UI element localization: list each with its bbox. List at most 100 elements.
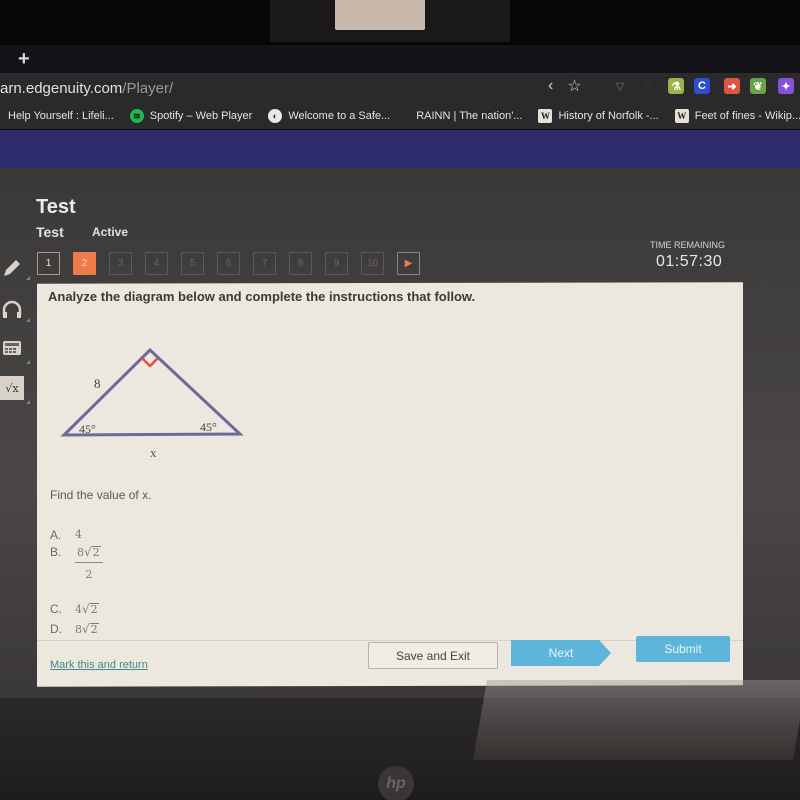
url-text[interactable]: arn.edgenuity.com/Player/ (0, 80, 173, 97)
headphones-tool-button[interactable] (0, 298, 24, 322)
question-button-7[interactable]: 7 (253, 252, 276, 275)
answer-option-c[interactable]: C. 4 √ 2 (50, 602, 99, 616)
question-prompt: Analyze the diagram below and complete t… (48, 289, 476, 304)
extension-puzzle-icon[interactable]: ✦ (778, 78, 794, 94)
calculator-tool-button[interactable] (0, 336, 24, 360)
bookmark-history-norfolk[interactable]: W History of Norfolk -... (538, 109, 659, 123)
question-button-10[interactable]: 10 (361, 252, 384, 275)
option-value: 4 √ 2 (75, 602, 99, 616)
radicand: 2 (91, 546, 101, 559)
answer-option-a[interactable]: A. 4 (50, 528, 82, 542)
mark-and-return-link[interactable]: Mark this and return (50, 659, 148, 671)
answer-option-d[interactable]: D. 8 √ 2 (50, 622, 99, 636)
submit-button[interactable]: Submit (636, 636, 730, 662)
radicand: 2 (89, 623, 99, 636)
bookmark-feet-of-fines[interactable]: W Feet of fines - Wikip... (674, 109, 800, 123)
extension-arrow-icon[interactable]: ➜ (724, 78, 740, 94)
radicand: 2 (89, 603, 99, 616)
tool-expand-corner (26, 276, 30, 280)
bookmark-label: Spotify – Web Player (149, 110, 253, 122)
save-and-exit-button[interactable]: Save and Exit (368, 642, 498, 669)
extension-flask-icon[interactable]: ⚗ (668, 78, 684, 94)
coefficient: 8 (77, 546, 84, 559)
tab-strip (0, 45, 800, 73)
radical-sign-icon: √ (84, 545, 92, 559)
question-button-6[interactable]: 6 (217, 252, 240, 275)
wikipedia-icon: W (538, 109, 553, 123)
tool-expand-corner (26, 400, 30, 404)
bookmark-label: History of Norfolk -... (558, 110, 659, 122)
light-glare (472, 680, 800, 760)
activity-status: Active (92, 225, 129, 239)
square-root: √ 2 (82, 602, 99, 616)
brand-header-band (0, 130, 800, 168)
wikipedia-icon: W (674, 109, 689, 123)
answer-option-b[interactable]: B. 8 √ 2 2 (50, 545, 103, 581)
question-navigator: 1 2 3 4 5 6 7 8 9 10 ▶ (37, 252, 420, 275)
share-icon[interactable]: ‹ (548, 77, 553, 95)
formula-icon: √x (5, 381, 19, 395)
fraction-denominator: 2 (85, 568, 93, 581)
radical-sign-icon: √ (82, 602, 90, 616)
instruction-text: Find the value of (50, 488, 143, 502)
option-value: 8 √ 2 (75, 622, 99, 636)
right-angle-marker (141, 357, 159, 368)
question-instruction: Find the value of x. (50, 488, 151, 502)
address-bar-actions: ‹ ☆ (548, 76, 582, 96)
angle-label-right: 45° (200, 420, 217, 434)
triangle-diagram: 8 45° 45° x (60, 347, 244, 460)
base-label: x (150, 445, 157, 460)
option-fraction: 8 √ 2 2 (75, 545, 103, 581)
bookmark-label: Welcome to a Safe... (288, 110, 391, 122)
square-root: √ 2 (82, 622, 99, 636)
question-button-9[interactable]: 9 (325, 252, 348, 275)
bookmark-welcome-safe[interactable]: ◐ Welcome to a Safe... (268, 109, 390, 123)
square-root: √ 2 (84, 545, 101, 559)
fraction-numerator: 8 √ 2 (75, 545, 103, 563)
bookmarks-bar: Help Yourself : Lifeli... ≋ Spotify – We… (0, 103, 800, 129)
formula-tool-button[interactable]: √x (0, 376, 24, 400)
bookmark-rainn[interactable]: RAINN | The nation'... (416, 110, 522, 122)
next-question-arrow-button[interactable]: ▶ (397, 252, 420, 275)
extension-shield-icon[interactable]: ▽ (612, 78, 628, 94)
calculator-icon (3, 341, 21, 355)
question-button-8[interactable]: 8 (289, 252, 312, 275)
bookmark-label: Feet of fines - Wikip... (694, 110, 800, 122)
extension-leaf-icon[interactable]: ❦ (750, 78, 766, 94)
timer-value: 01:57:30 (656, 253, 723, 270)
option-letter: D. (50, 622, 62, 636)
bookmark-star-icon[interactable]: ☆ (567, 76, 581, 96)
bookmark-label: RAINN | The nation'... (416, 110, 523, 122)
url-host: arn.edgenuity.com (0, 80, 123, 97)
bookmark-help-yourself[interactable]: Help Yourself : Lifeli... (8, 110, 114, 122)
option-value: 4 (75, 528, 82, 541)
extension-c-icon[interactable]: C (694, 78, 710, 94)
option-letter: B. (50, 545, 62, 559)
instruction-period: . (148, 488, 152, 502)
question-button-1[interactable]: 1 (37, 252, 60, 275)
tool-expand-corner (26, 318, 30, 322)
bookmark-label: Help Yourself : Lifeli... (8, 110, 114, 122)
question-button-3[interactable]: 3 (109, 252, 132, 275)
timer-label: TIME REMAINING (650, 240, 726, 250)
question-button-5[interactable]: 5 (181, 252, 204, 275)
question-button-4[interactable]: 4 (145, 252, 168, 275)
question-button-2[interactable]: 2 (73, 252, 96, 275)
page-title: Test (36, 196, 76, 218)
extension-shield-dark-icon[interactable]: ▽ (640, 78, 656, 94)
side-length-label: 8 (94, 376, 101, 391)
radical-sign-icon: √ (82, 622, 90, 636)
pencil-icon (4, 260, 20, 276)
url-path: /Player/ (122, 80, 174, 97)
pencil-tool-button[interactable] (0, 256, 24, 280)
new-tab-button[interactable]: + (18, 49, 30, 69)
option-letter: A. (50, 528, 62, 542)
option-letter: C. (50, 602, 62, 616)
next-button[interactable]: Next (511, 640, 611, 666)
angle-label-left: 45° (79, 422, 96, 436)
hp-logo: hp (378, 766, 414, 800)
tool-expand-corner (26, 360, 30, 364)
background-object (335, 0, 425, 30)
spotify-icon: ≋ (129, 109, 144, 123)
bookmark-spotify[interactable]: ≋ Spotify – Web Player (129, 109, 253, 123)
